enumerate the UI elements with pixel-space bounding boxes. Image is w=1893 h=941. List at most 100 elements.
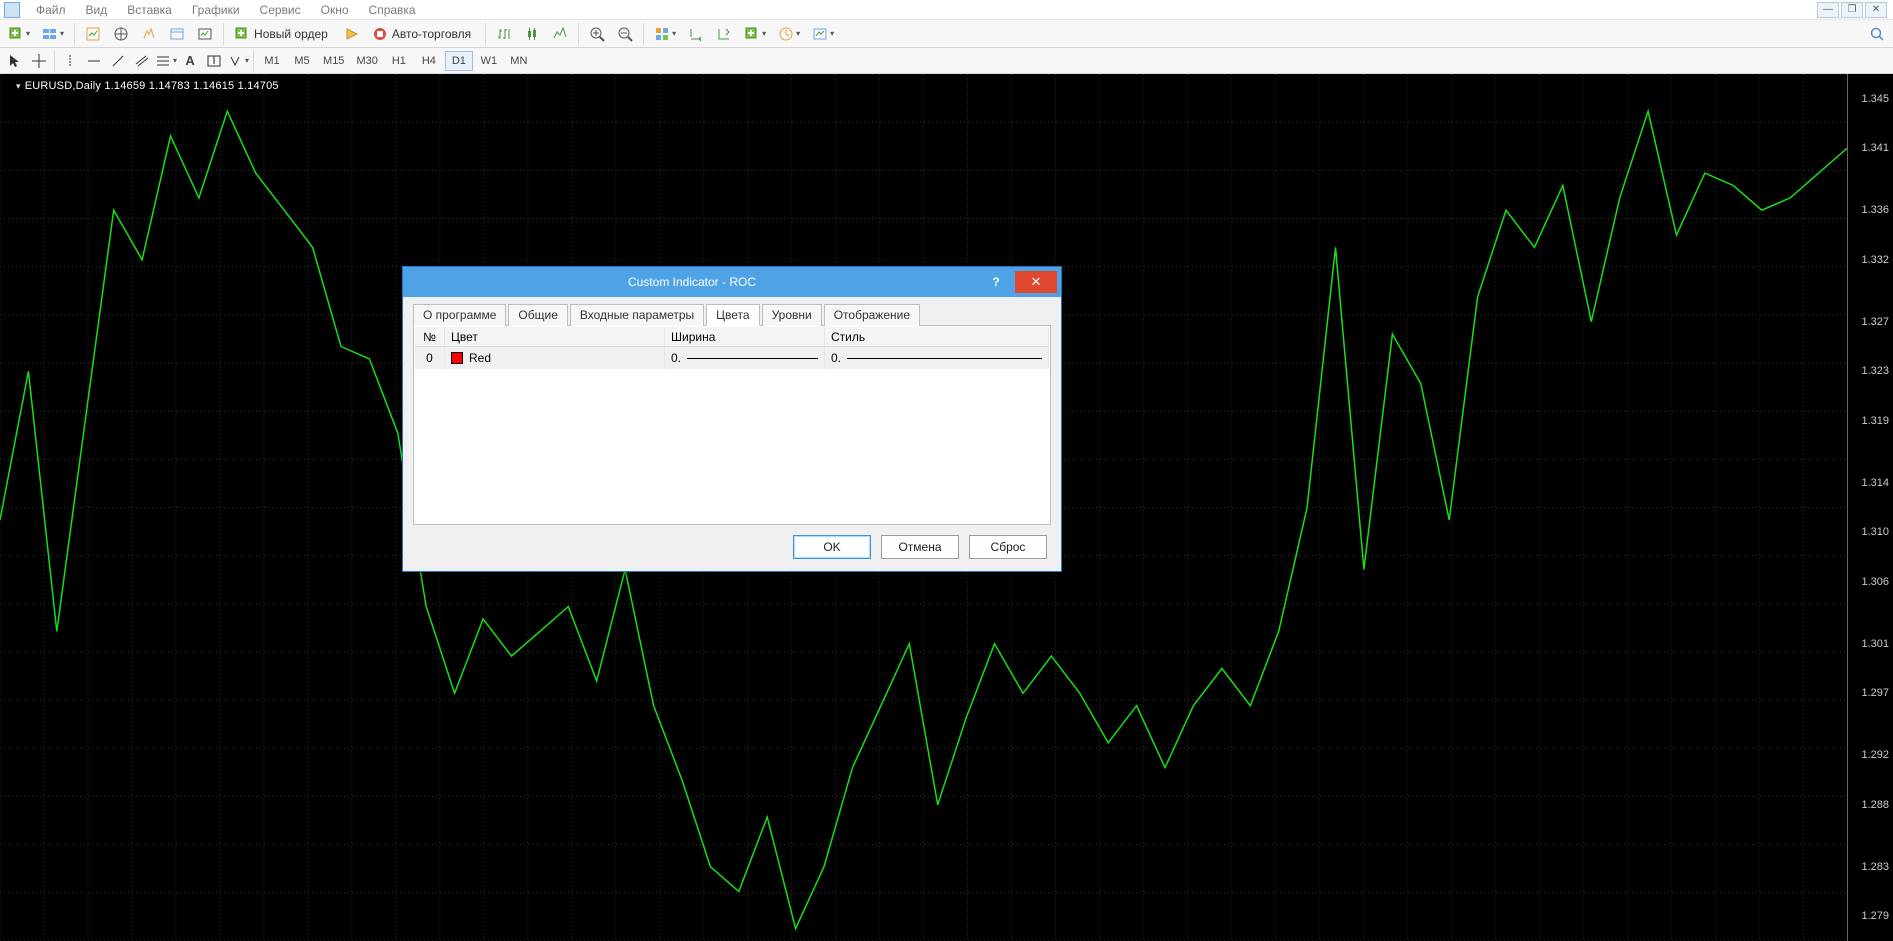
cancel-button[interactable]: Отмена	[881, 535, 959, 559]
crosshair-tool[interactable]	[28, 51, 50, 71]
bar-chart-button[interactable]	[492, 23, 516, 45]
text-label-tool[interactable]: T	[203, 51, 225, 71]
autotrade-button[interactable]: Авто-торговля	[368, 23, 479, 45]
data-window-button[interactable]	[137, 23, 161, 45]
search-button[interactable]	[1865, 23, 1889, 45]
mdi-minimize-button[interactable]: —	[1817, 2, 1839, 18]
fibo-tool[interactable]	[155, 51, 177, 71]
candle-chart-button[interactable]	[520, 23, 544, 45]
new-order-button[interactable]: Новый ордер	[230, 23, 336, 45]
tab-5[interactable]: Отображение	[824, 304, 920, 326]
timeframe-mn[interactable]: MN	[505, 51, 533, 71]
y-tick: 1.283	[1861, 861, 1889, 873]
zoom-out-button[interactable]	[613, 23, 637, 45]
metaeditor-button[interactable]	[340, 23, 364, 45]
y-tick: 1.323	[1861, 365, 1889, 377]
cell-width[interactable]: 0.	[665, 347, 825, 369]
tab-3[interactable]: Цвета	[706, 304, 759, 326]
autotrade-label: Авто-торговля	[388, 27, 475, 41]
dialog-title: Custom Indicator - ROC	[403, 275, 981, 289]
mdi-window-controls: — ❐ ✕	[1817, 2, 1887, 18]
dialog-tabs: О программеОбщиеВходные параметрыЦветаУр…	[413, 303, 1051, 325]
timeframe-d1[interactable]: D1	[445, 51, 473, 71]
color-row-0[interactable]: 0 Red 0. 0.	[415, 347, 1049, 369]
y-tick: 1.288	[1861, 799, 1889, 811]
autoscroll-button[interactable]	[684, 23, 708, 45]
dialog-titlebar[interactable]: Custom Indicator - ROC ? ✕	[403, 267, 1061, 297]
indicators-button[interactable]	[740, 23, 770, 45]
tab-1[interactable]: Общие	[508, 304, 567, 326]
menu-service[interactable]: Сервис	[250, 1, 311, 19]
tab-2[interactable]: Входные параметры	[570, 304, 704, 326]
timeframe-h4[interactable]: H4	[415, 51, 443, 71]
header-color: Цвет	[445, 327, 665, 346]
style-value: 0.	[831, 351, 841, 365]
timeframe-m1[interactable]: M1	[258, 51, 286, 71]
timeframe-m15[interactable]: M15	[318, 51, 349, 71]
timeframe-w1[interactable]: W1	[475, 51, 503, 71]
terminal-button[interactable]	[165, 23, 189, 45]
dialog-close-button[interactable]: ✕	[1015, 271, 1057, 293]
y-tick: 1.310	[1861, 526, 1889, 538]
y-tick: 1.319	[1861, 415, 1889, 427]
menu-window[interactable]: Окно	[311, 1, 359, 19]
line-chart-button[interactable]	[548, 23, 572, 45]
chart-shift-button[interactable]	[712, 23, 736, 45]
tab-4[interactable]: Уровни	[762, 304, 822, 326]
header-num: №	[415, 327, 445, 346]
dialog-help-button[interactable]: ?	[981, 275, 1011, 289]
mdi-restore-button[interactable]: ❐	[1841, 2, 1863, 18]
svg-text:T: T	[210, 53, 218, 67]
y-tick: 1.341	[1861, 142, 1889, 154]
y-tick: 1.314	[1861, 477, 1889, 489]
new-chart-button[interactable]	[4, 23, 34, 45]
cell-style[interactable]: 0.	[825, 347, 1049, 369]
periodicity-button[interactable]	[774, 23, 804, 45]
app-icon	[4, 2, 20, 18]
menu-insert[interactable]: Вставка	[117, 1, 182, 19]
price-axis: 1.3451.3411.3361.3321.3271.3231.3191.314…	[1847, 74, 1893, 941]
y-tick: 1.345	[1861, 93, 1889, 105]
zoom-in-button[interactable]	[585, 23, 609, 45]
menu-file[interactable]: Файл	[26, 1, 76, 19]
color-swatch-icon	[451, 352, 463, 364]
menubar: Файл Вид Вставка Графики Сервис Окно Спр…	[0, 0, 1893, 20]
cell-color[interactable]: Red	[445, 347, 665, 369]
text-tool[interactable]: A	[179, 51, 201, 71]
y-tick: 1.297	[1861, 687, 1889, 699]
header-style: Стиль	[825, 327, 1049, 346]
cursor-tool[interactable]	[4, 51, 26, 71]
colors-panel: № Цвет Ширина Стиль 0 Red 0.	[413, 325, 1051, 525]
menu-help[interactable]: Справка	[359, 1, 426, 19]
menu-charts[interactable]: Графики	[182, 1, 250, 19]
trendline-tool[interactable]	[107, 51, 129, 71]
timeframe-m5[interactable]: M5	[288, 51, 316, 71]
navigator-button[interactable]	[109, 23, 133, 45]
marketwatch-button[interactable]	[81, 23, 105, 45]
reset-button[interactable]: Сброс	[969, 535, 1047, 559]
profiles-button[interactable]	[38, 23, 68, 45]
timeframe-m30[interactable]: M30	[351, 51, 382, 71]
tile-windows-button[interactable]	[650, 23, 680, 45]
timeframe-h1[interactable]: H1	[385, 51, 413, 71]
y-tick: 1.306	[1861, 576, 1889, 588]
cell-num: 0	[415, 347, 445, 369]
y-tick: 1.292	[1861, 749, 1889, 761]
ok-button[interactable]: OK	[793, 535, 871, 559]
tab-0[interactable]: О программе	[413, 304, 506, 326]
strategy-tester-button[interactable]	[193, 23, 217, 45]
templates-button[interactable]	[808, 23, 838, 45]
chart-area[interactable]: EURUSD,Daily 1.14659 1.14783 1.14615 1.1…	[0, 74, 1893, 941]
menu-view[interactable]: Вид	[76, 1, 118, 19]
vline-tool[interactable]	[59, 51, 81, 71]
y-tick: 1.301	[1861, 638, 1889, 650]
channel-tool[interactable]	[131, 51, 153, 71]
y-tick: 1.327	[1861, 316, 1889, 328]
y-tick: 1.279	[1861, 910, 1889, 922]
shapes-tool[interactable]	[227, 51, 249, 71]
mdi-close-button[interactable]: ✕	[1865, 2, 1887, 18]
new-order-label: Новый ордер	[250, 27, 332, 41]
hline-tool[interactable]	[83, 51, 105, 71]
toolbar-main: Новый ордер Авто-торговля	[0, 20, 1893, 48]
chart-info-label: EURUSD,Daily 1.14659 1.14783 1.14615 1.1…	[16, 80, 279, 92]
